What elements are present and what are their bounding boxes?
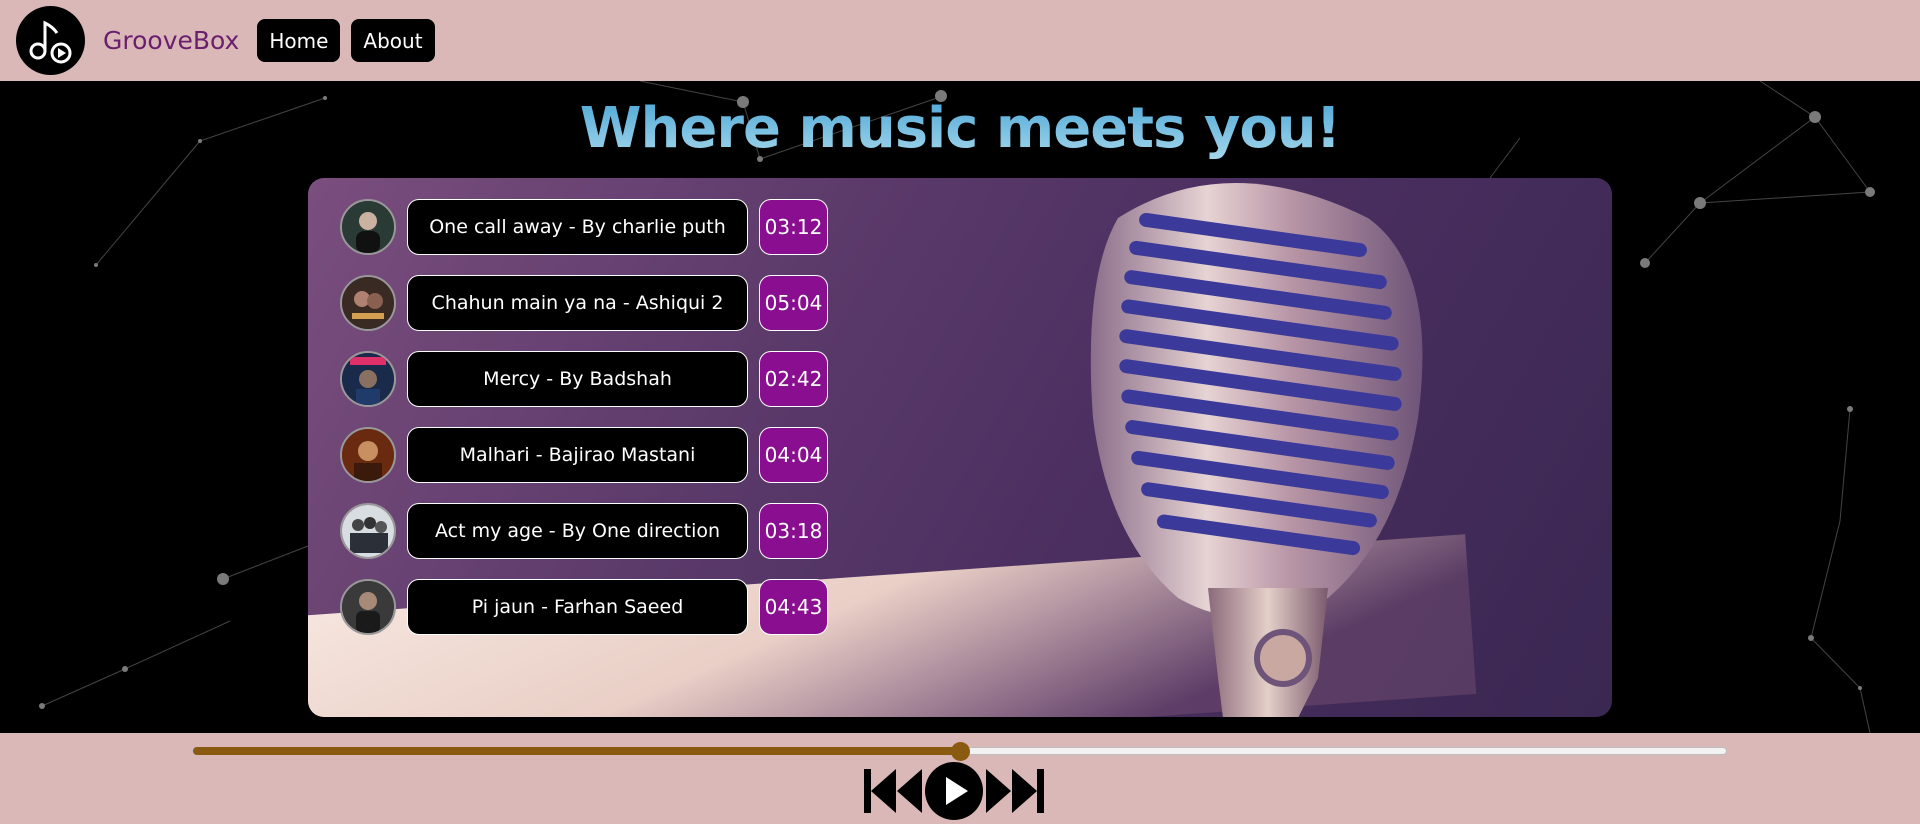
progress-slider[interactable]: [192, 742, 1727, 761]
microphone-image: [1090, 183, 1423, 717]
player-controls: [862, 761, 1046, 821]
song-item[interactable]: Act my age - By One direction 03:18: [340, 502, 828, 560]
song-title[interactable]: Pi jaun - Farhan Saeed: [407, 579, 748, 635]
song-item[interactable]: Malhari - Bajirao Mastani 04:04: [340, 426, 828, 484]
progress-fill: [193, 747, 960, 755]
song-item[interactable]: Pi jaun - Farhan Saeed 04:43: [340, 578, 828, 636]
album-cover: [340, 275, 396, 331]
brand-name[interactable]: GrooveBox: [103, 26, 239, 55]
logo[interactable]: [16, 6, 85, 75]
album-cover: [340, 199, 396, 255]
song-title[interactable]: Act my age - By One direction: [407, 503, 748, 559]
album-cover: [340, 503, 396, 559]
song-title[interactable]: Malhari - Bajirao Mastani: [407, 427, 748, 483]
next-button[interactable]: [984, 765, 1046, 817]
song-duration: 03:18: [759, 503, 828, 559]
song-duration: 02:42: [759, 351, 828, 407]
previous-button[interactable]: [862, 765, 924, 817]
previous-icon: [864, 769, 922, 813]
song-item[interactable]: One call away - By charlie puth 03:12: [340, 198, 828, 256]
home-button[interactable]: Home: [257, 19, 341, 62]
song-duration: 03:12: [759, 199, 828, 255]
main-area: Where music meets you! One call away - B…: [0, 81, 1920, 733]
song-title[interactable]: Mercy - By Badshah: [407, 351, 748, 407]
album-cover: [340, 579, 396, 635]
song-panel: One call away - By charlie puth 03:12 Ch…: [308, 178, 1612, 717]
song-duration: 04:04: [759, 427, 828, 483]
play-icon: [925, 762, 983, 820]
song-duration: 04:43: [759, 579, 828, 635]
song-title[interactable]: One call away - By charlie puth: [407, 199, 748, 255]
song-item[interactable]: Chahun main ya na - Ashiqui 2 05:04: [340, 274, 828, 332]
page-headline: Where music meets you!: [0, 96, 1920, 161]
about-button[interactable]: About: [351, 19, 435, 62]
song-item[interactable]: Mercy - By Badshah 02:42: [340, 350, 828, 408]
progress-thumb[interactable]: [950, 742, 970, 761]
song-duration: 05:04: [759, 275, 828, 331]
song-title[interactable]: Chahun main ya na - Ashiqui 2: [407, 275, 748, 331]
music-note-play-icon: [29, 20, 71, 63]
song-list: One call away - By charlie puth 03:12 Ch…: [340, 198, 828, 654]
player-bar: [0, 733, 1920, 824]
album-cover: [340, 351, 396, 407]
next-icon: [986, 769, 1044, 813]
album-cover: [340, 427, 396, 483]
play-button[interactable]: [924, 761, 984, 821]
navbar: GrooveBox Home About: [0, 0, 1920, 81]
